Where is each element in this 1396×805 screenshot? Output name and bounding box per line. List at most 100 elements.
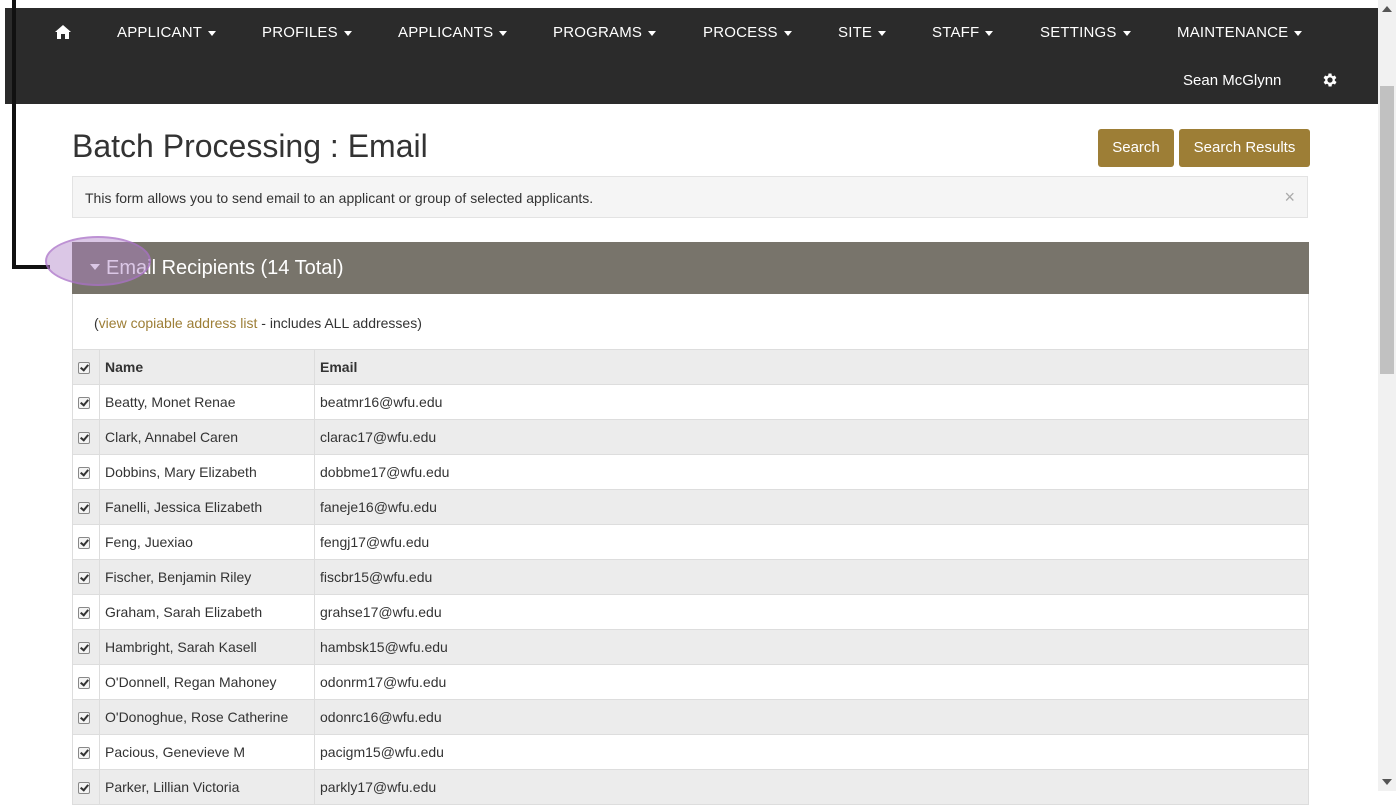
table-row: O'Donoghue, Rose Catherine odonrc16@wfu.e… xyxy=(72,699,1309,735)
row-checkbox[interactable] xyxy=(78,397,90,410)
caret-down-icon xyxy=(90,263,100,270)
chevron-down-icon xyxy=(1122,30,1131,36)
chevron-down-icon xyxy=(343,30,352,36)
row-checkbox[interactable] xyxy=(78,572,90,585)
recipient-name: O'Donnell, Regan Mahoney xyxy=(99,664,315,700)
row-checkbox-cell xyxy=(72,769,100,805)
table-row: Parker, Lillian Victoria parkly17@wfu.edu xyxy=(72,769,1309,805)
scrollbar-thumb[interactable] xyxy=(1380,86,1394,374)
chevron-down-icon xyxy=(648,30,657,36)
row-checkbox[interactable] xyxy=(78,537,90,550)
row-checkbox[interactable] xyxy=(78,747,90,760)
row-checkbox[interactable] xyxy=(78,607,90,620)
row-checkbox-cell xyxy=(72,699,100,735)
recipient-email: hambsk15@wfu.edu xyxy=(314,629,1309,665)
nav-applicant[interactable]: APPLICANT xyxy=(117,24,217,41)
row-checkbox[interactable] xyxy=(78,642,90,655)
view-copiable-address-list-link[interactable]: view copiable address list xyxy=(99,315,258,331)
top-strip xyxy=(0,0,1378,8)
recipient-name: O'Donoghue, Rose Catherine xyxy=(99,699,315,735)
row-checkbox[interactable] xyxy=(78,712,90,725)
chevron-down-icon xyxy=(208,30,217,36)
nav-profiles[interactable]: PROFILES xyxy=(262,24,352,41)
row-checkbox-cell xyxy=(72,594,100,630)
row-checkbox-cell xyxy=(72,419,100,455)
recipient-name: Fanelli, Jessica Elizabeth xyxy=(99,489,315,525)
nav-programs[interactable]: PROGRAMS xyxy=(553,24,657,41)
select-all-checkbox[interactable] xyxy=(78,362,90,375)
email-column-header[interactable]: Email xyxy=(314,349,1309,385)
recipient-name: Beatty, Monet Renae xyxy=(99,384,315,420)
row-checkbox-cell xyxy=(72,524,100,560)
recipient-email: faneje16@wfu.edu xyxy=(314,489,1309,525)
row-checkbox[interactable] xyxy=(78,432,90,445)
recipient-name: Hambright, Sarah Kasell xyxy=(99,629,315,665)
chevron-down-icon xyxy=(985,30,994,36)
recipient-email: parkly17@wfu.edu xyxy=(314,769,1309,805)
row-checkbox-cell xyxy=(72,559,100,595)
recipients-table: Name Email Beatty, Monet Renae beatmr16@w… xyxy=(72,349,1309,805)
recipient-email: grahse17@wfu.edu xyxy=(314,594,1309,630)
page-title: Batch Processing : Email xyxy=(72,128,428,164)
vertical-scrollbar[interactable] xyxy=(1378,0,1396,791)
recipient-email: clarac17@wfu.edu xyxy=(314,419,1309,455)
chevron-down-icon xyxy=(783,30,792,36)
nav-settings[interactable]: SETTINGS xyxy=(1040,24,1131,41)
user-name-link[interactable]: Sean McGlynn xyxy=(1183,72,1281,89)
table-row: Clark, Annabel Caren clarac17@wfu.edu xyxy=(72,419,1309,455)
email-recipients-toggle[interactable]: Email Recipients (14 Total) xyxy=(90,257,344,280)
search-button[interactable]: Search xyxy=(1098,129,1174,167)
recipient-email: odonrc16@wfu.edu xyxy=(314,699,1309,735)
table-row: Fanelli, Jessica Elizabeth faneje16@wfu.e… xyxy=(72,489,1309,525)
table-row: Pacious, Genevieve Mpacigm15@wfu.edu xyxy=(72,734,1309,770)
nav-process[interactable]: PROCESS xyxy=(703,24,792,41)
copy-address-line: (view copiable address list - includes A… xyxy=(94,315,422,331)
nav-applicants[interactable]: APPLICANTS xyxy=(398,24,508,41)
annotation-pointer-line xyxy=(12,0,16,268)
row-checkbox[interactable] xyxy=(78,782,90,795)
table-row: Feng, Juexiao fengj17@wfu.edu xyxy=(72,524,1309,560)
recipient-email: fiscbr15@wfu.edu xyxy=(314,559,1309,595)
recipient-name: Parker, Lillian Victoria xyxy=(99,769,315,805)
name-column-header[interactable]: Name xyxy=(99,349,315,385)
recipient-name: Pacious, Genevieve M xyxy=(99,734,315,770)
row-checkbox[interactable] xyxy=(78,677,90,690)
annotation-pointer-line xyxy=(12,265,50,269)
copy-suffix: - includes ALL addresses) xyxy=(257,315,422,331)
close-icon[interactable]: × xyxy=(1284,187,1295,208)
chevron-down-icon xyxy=(878,30,887,36)
row-checkbox[interactable] xyxy=(78,502,90,515)
table-row: Hambright, Sarah Kasell hambsk15@wfu.edu xyxy=(72,629,1309,665)
table-row: Dobbins, Mary Elizabeth dobbme17@wfu.edu xyxy=(72,454,1309,490)
nav-maintenance[interactable]: MAINTENANCE xyxy=(1177,24,1303,41)
recipient-email: odonrm17@wfu.edu xyxy=(314,664,1309,700)
main-navbar: APPLICANT PROFILES APPLICANTS PROGRAMS P… xyxy=(5,8,1378,104)
info-alert: This form allows you to send email to an… xyxy=(72,176,1308,218)
recipient-email: pacigm15@wfu.edu xyxy=(314,734,1309,770)
row-checkbox-cell xyxy=(72,629,100,665)
recipient-email: fengj17@wfu.edu xyxy=(314,524,1309,560)
scroll-down-arrow-icon[interactable] xyxy=(1382,779,1392,785)
recipient-name: Feng, Juexiao xyxy=(99,524,315,560)
row-checkbox-cell xyxy=(72,664,100,700)
row-checkbox[interactable] xyxy=(78,467,90,480)
recipient-name: Clark, Annabel Caren xyxy=(99,419,315,455)
email-recipients-panel-heading: Email Recipients (14 Total) xyxy=(72,242,1309,294)
chevron-down-icon xyxy=(499,30,508,36)
row-checkbox-cell xyxy=(72,734,100,770)
table-row: Graham, Sarah Elizabeth grahse17@wfu.edu xyxy=(72,594,1309,630)
nav-site[interactable]: SITE xyxy=(838,24,887,41)
row-checkbox-cell xyxy=(72,454,100,490)
gear-icon[interactable] xyxy=(1321,71,1339,89)
table-row: Fischer, Benjamin Riley fiscbr15@wfu.edu xyxy=(72,559,1309,595)
email-recipients-panel-body: (view copiable address list - includes A… xyxy=(72,294,1309,350)
scroll-up-arrow-icon[interactable] xyxy=(1382,6,1392,12)
search-results-button[interactable]: Search Results xyxy=(1179,129,1310,167)
recipient-email: beatmr16@wfu.edu xyxy=(314,384,1309,420)
chevron-down-icon xyxy=(1294,30,1303,36)
nav-staff[interactable]: STAFF xyxy=(932,24,994,41)
info-alert-text: This form allows you to send email to an… xyxy=(85,190,594,206)
row-checkbox-cell xyxy=(72,384,100,420)
home-icon[interactable] xyxy=(54,23,72,41)
row-checkbox-cell xyxy=(72,489,100,525)
